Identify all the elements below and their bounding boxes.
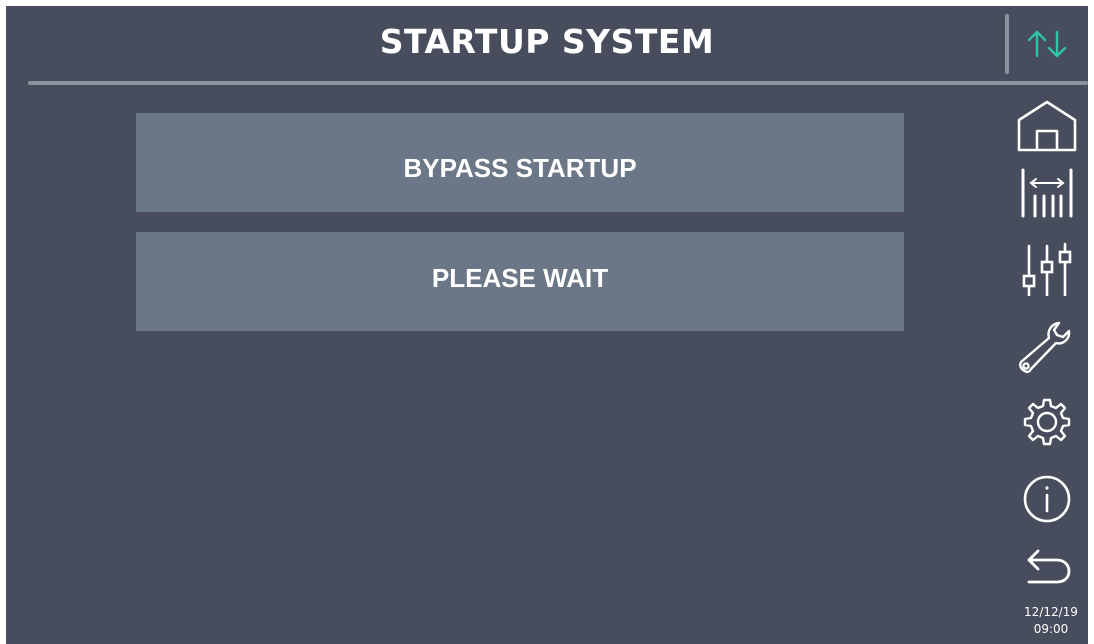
status-panel: PLEASE WAIT [136, 232, 904, 331]
transfer-arrows-icon[interactable] [1015, 16, 1079, 70]
wrench-icon[interactable] [1015, 320, 1079, 374]
time-label: 09:00 [1033, 622, 1069, 636]
sidebar-divider [1005, 14, 1009, 74]
page-title: STARTUP SYSTEM [379, 22, 715, 61]
please-wait-label: PLEASE WAIT [431, 263, 609, 293]
title-divider [28, 81, 1088, 85]
bypass-startup-label: BYPASS STARTUP [403, 153, 637, 183]
date-label: 12/12/19 [1024, 605, 1078, 619]
startup-screen: STARTUP SYSTEM BYPASS STARTUP PLEASE WAI… [6, 6, 1088, 644]
back-arrow-icon[interactable] [1015, 540, 1079, 594]
info-icon[interactable] [1015, 472, 1079, 526]
datetime: 12/12/19 09:00 [1008, 604, 1088, 638]
bypass-startup-button[interactable]: BYPASS STARTUP [136, 113, 904, 212]
home-icon[interactable] [1015, 98, 1079, 152]
gear-icon[interactable] [1015, 396, 1079, 450]
sliders-icon[interactable] [1015, 242, 1079, 296]
meters-icon[interactable] [1015, 166, 1079, 220]
